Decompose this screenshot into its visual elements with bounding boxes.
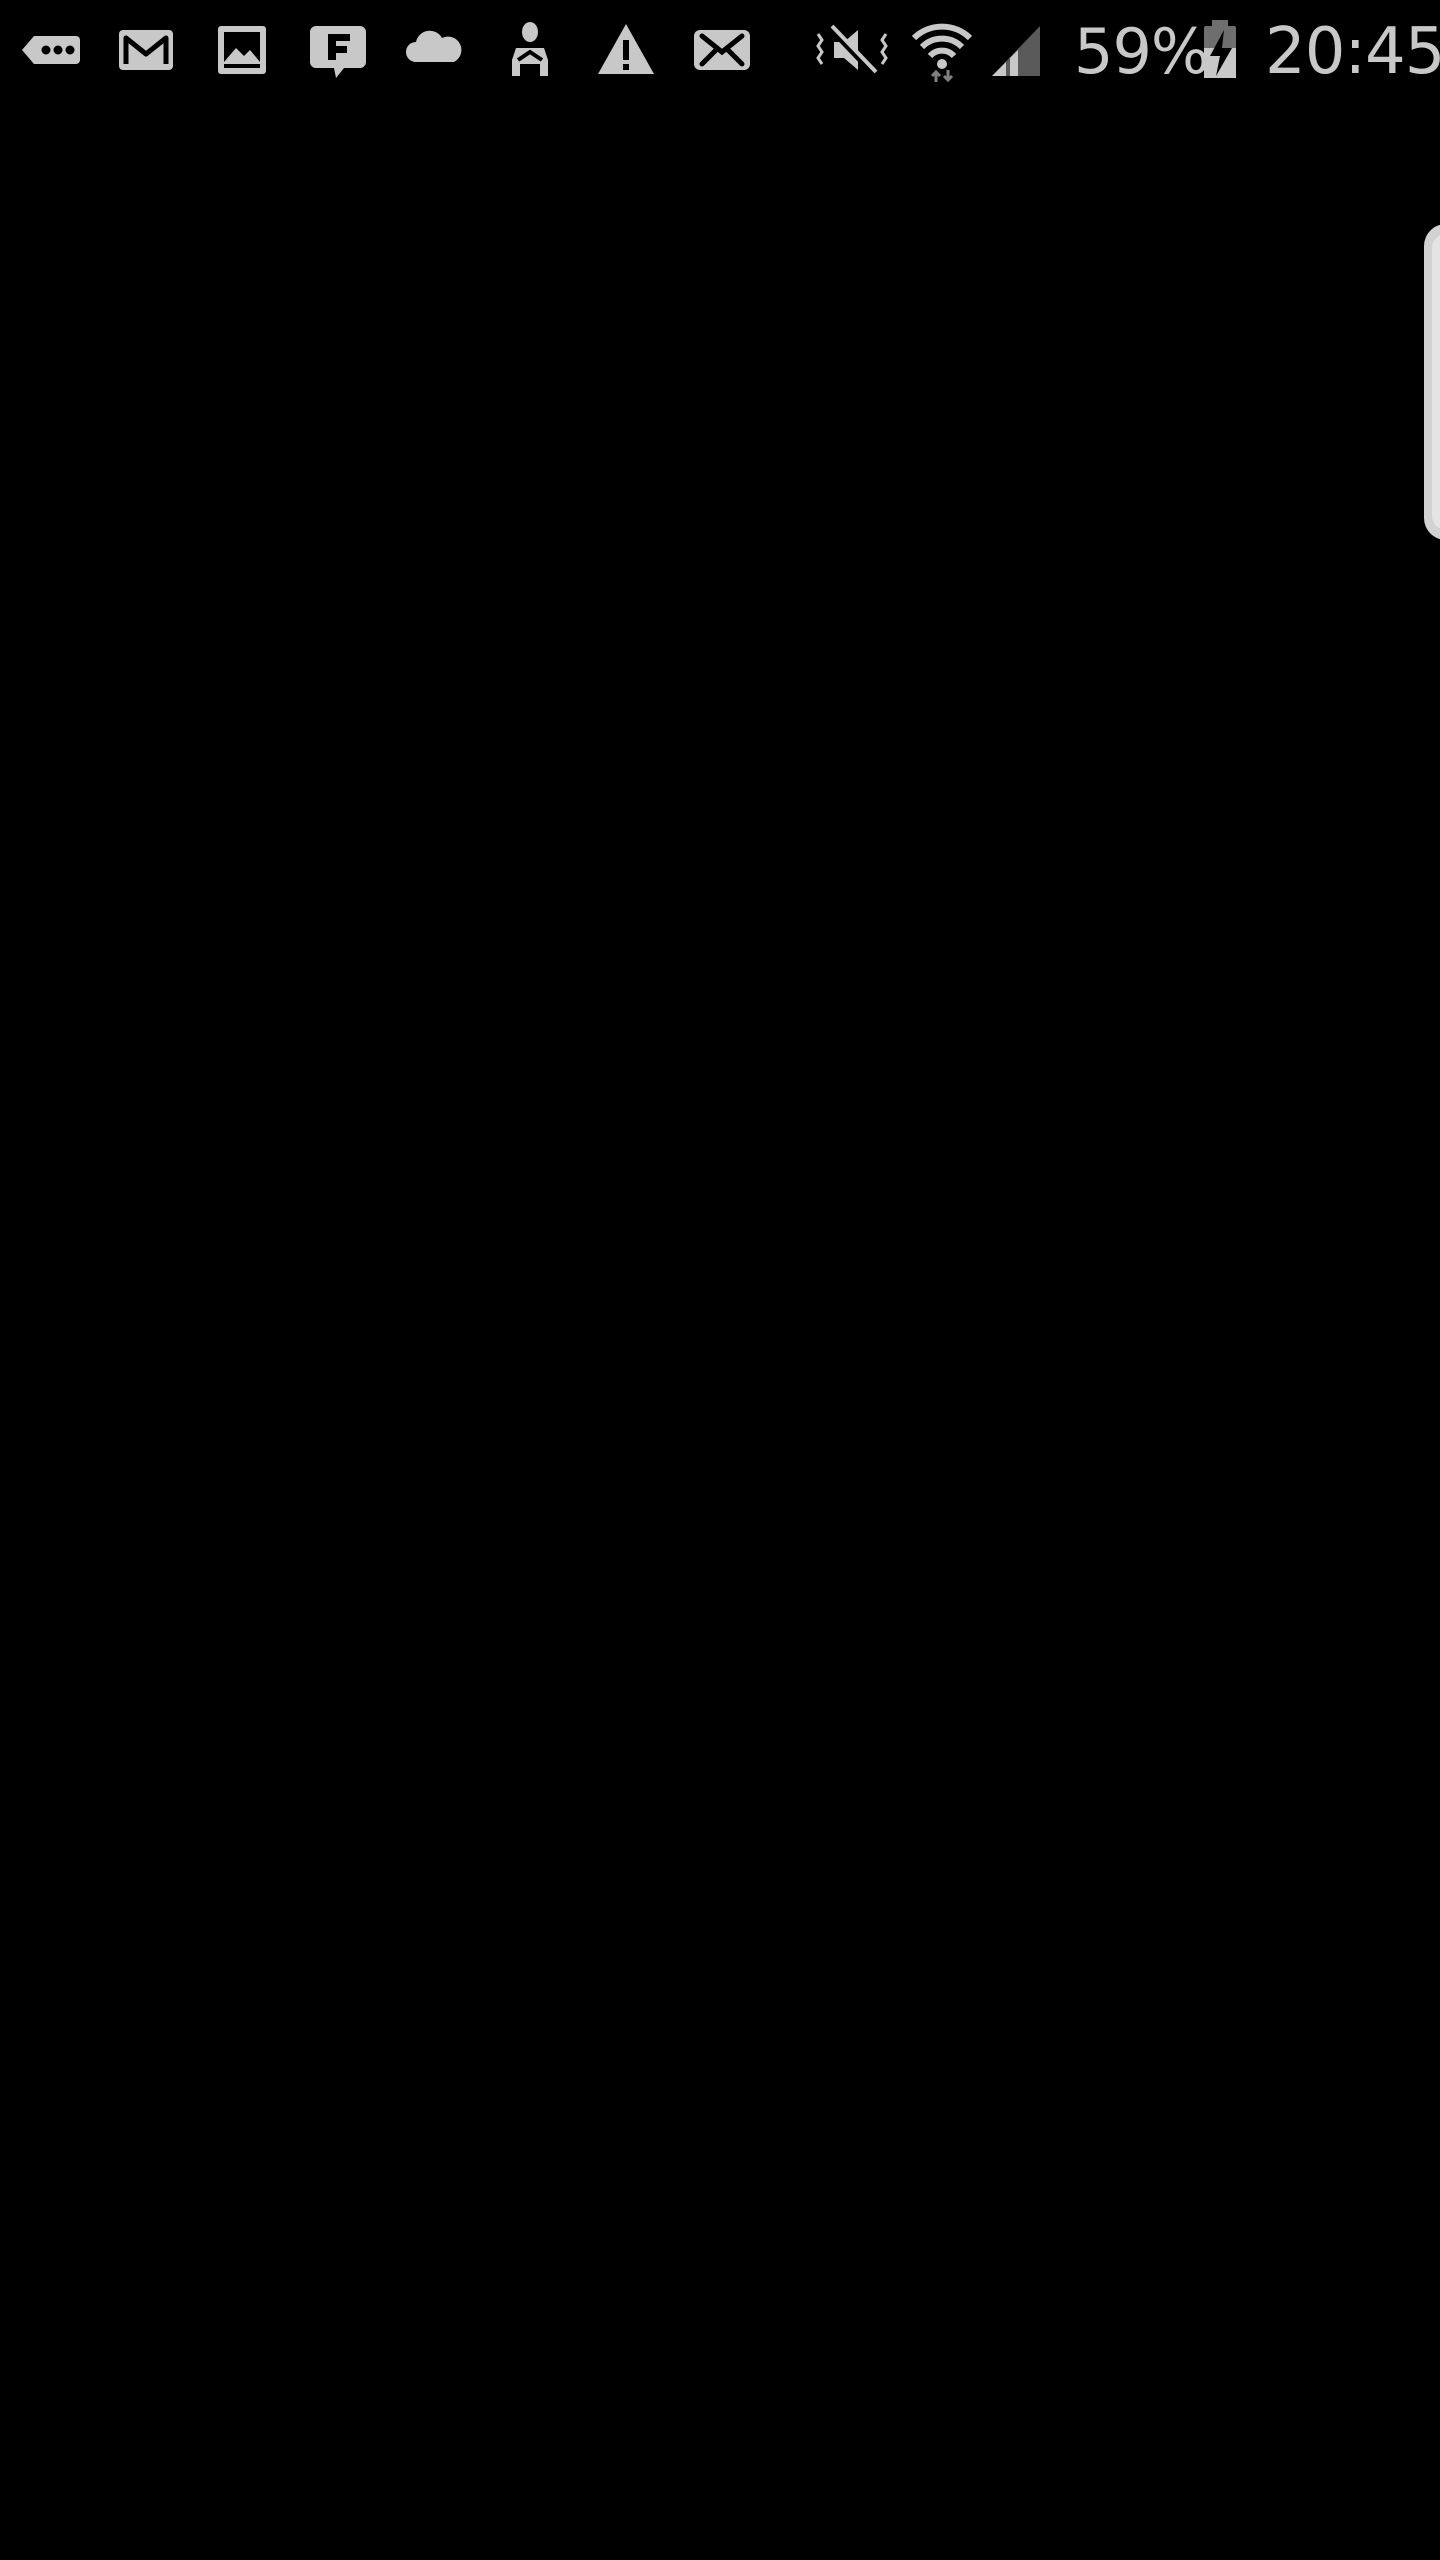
person-icon xyxy=(494,14,566,86)
edge-panel-handle-inner xyxy=(1432,234,1440,530)
battery-percent: 59% xyxy=(1074,15,1210,88)
vibrate-mute-icon xyxy=(812,14,892,86)
edge-panel-handle[interactable] xyxy=(1424,224,1440,540)
foursquare-icon xyxy=(302,14,374,86)
main-screen xyxy=(0,104,1440,2560)
email-icon xyxy=(686,14,758,86)
sms-icon xyxy=(14,14,86,86)
cloud-icon xyxy=(398,14,470,86)
gallery-icon xyxy=(206,14,278,86)
warning-icon xyxy=(590,14,662,86)
clock: 20:45 xyxy=(1265,15,1440,89)
signal-icon xyxy=(982,14,1054,86)
wifi-icon xyxy=(906,14,978,86)
gmail-icon xyxy=(110,14,182,86)
battery-charging-icon xyxy=(1196,14,1244,86)
status-bar[interactable]: 59% 20:45 xyxy=(0,0,1440,104)
